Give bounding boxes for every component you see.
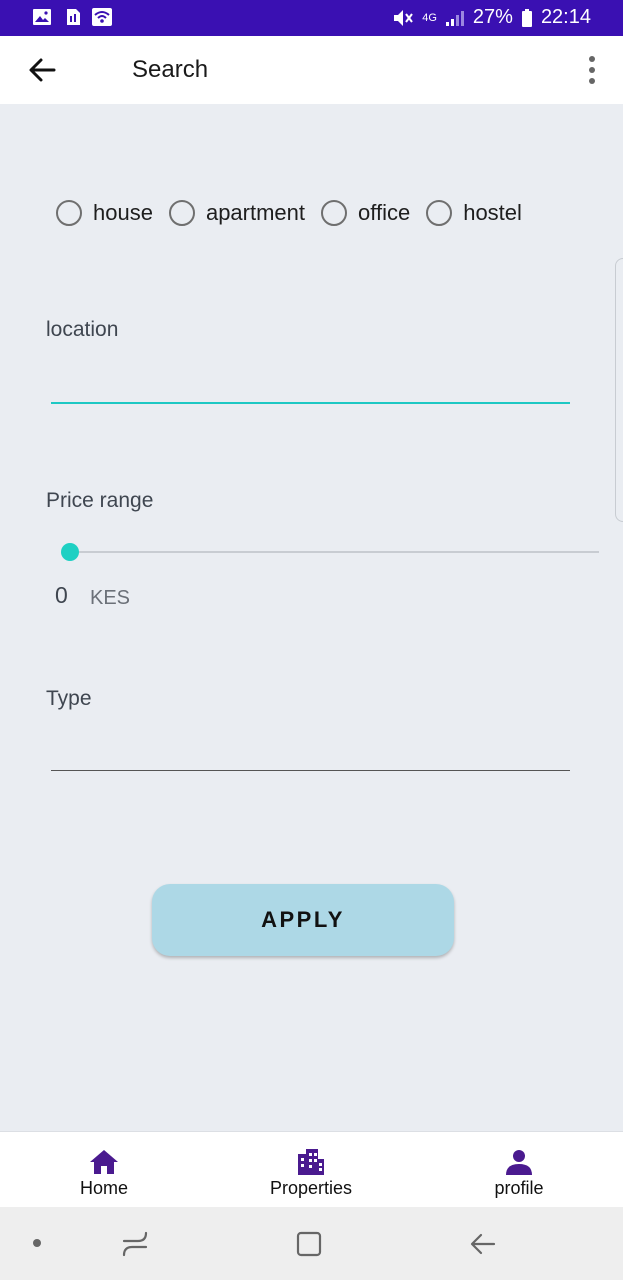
nav-label: Home: [79, 1178, 128, 1198]
nav-item-properties[interactable]: Properties: [241, 1132, 381, 1208]
price-slider-thumb[interactable]: [61, 543, 79, 561]
page-title: Search: [132, 56, 209, 83]
app-bar: Search: [0, 36, 623, 104]
person-icon: [506, 1150, 532, 1175]
recent-apps-icon[interactable]: [120, 1229, 150, 1259]
radio-label: house: [93, 200, 153, 225]
mute-icon: [394, 9, 414, 26]
type-input[interactable]: [51, 732, 570, 771]
side-panel-edge[interactable]: [615, 258, 623, 522]
system-navigation-bar: [0, 1207, 623, 1280]
radio-label: apartment: [205, 200, 306, 225]
system-back-icon[interactable]: [468, 1229, 498, 1259]
price-range-label: Price range: [46, 489, 154, 512]
more-options-icon[interactable]: [583, 54, 601, 86]
nav-item-home[interactable]: Home: [34, 1132, 174, 1208]
radio-hostel[interactable]: hostel: [426, 200, 522, 226]
home-square-icon[interactable]: [294, 1229, 324, 1259]
price-slider-track[interactable]: [70, 551, 599, 553]
back-arrow-icon[interactable]: [26, 54, 58, 86]
nav-item-profile[interactable]: profile: [449, 1132, 589, 1208]
radio-apartment[interactable]: apartment: [168, 200, 306, 226]
gallery-icon: [33, 9, 51, 25]
battery-icon: [521, 8, 532, 27]
property-kind-group: house apartment office hostel: [56, 200, 538, 226]
location-input[interactable]: [51, 362, 570, 404]
signal-icon: [445, 10, 464, 26]
price-unit: KES: [90, 587, 131, 609]
battery-percent: 27%: [472, 6, 513, 28]
building-icon: [298, 1149, 324, 1175]
nav-label: profile: [494, 1178, 544, 1198]
radio-office[interactable]: office: [321, 200, 410, 226]
home-icon: [90, 1150, 118, 1174]
radio-button[interactable]: [321, 200, 348, 226]
network-type: 4G: [422, 11, 437, 24]
bottom-navigation: Home Properties profile: [0, 1131, 623, 1208]
radio-house[interactable]: house: [56, 200, 153, 226]
status-bar: 4G 27% 22:14: [0, 0, 623, 36]
price-value: 0: [55, 582, 68, 608]
wifi-icon: [92, 8, 112, 26]
radio-label: office: [358, 200, 411, 225]
sim-card-icon: [67, 9, 80, 25]
radio-label: hostel: [463, 200, 522, 225]
radio-button[interactable]: [426, 200, 453, 226]
dot-icon[interactable]: [32, 1238, 42, 1248]
radio-button[interactable]: [168, 200, 195, 226]
nav-label: Properties: [269, 1178, 353, 1198]
apply-button[interactable]: APPLY: [152, 884, 454, 956]
type-label: Type: [46, 687, 92, 710]
radio-button[interactable]: [56, 200, 82, 226]
location-label: location: [46, 318, 119, 341]
clock: 22:14: [540, 6, 591, 28]
